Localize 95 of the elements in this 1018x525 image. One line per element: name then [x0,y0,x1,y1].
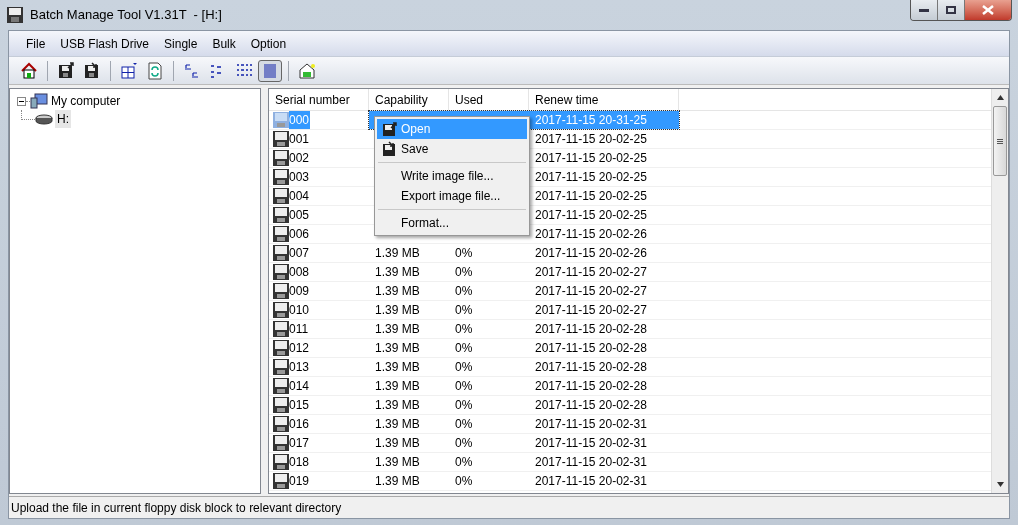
table-cell[interactable]: 005 [289,206,310,224]
table-cell-text: 2017-11-15 20-02-28 [535,340,647,357]
table-cell[interactable]: 017 [289,434,310,452]
table-cell-text: 1.39 MB [375,283,420,300]
table-cell-text: 0% [455,378,473,395]
table-cell-text: 0% [455,454,473,471]
table-cell[interactable]: 009 [289,282,310,300]
table-cell-text: 1.39 MB [375,359,420,376]
menu-item[interactable]: Write image file... [377,166,527,186]
table-cell-text: 1.39 MB [375,302,420,319]
table-cell-text: 1.39 MB [375,340,420,357]
table-cell-text: 1.39 MB [375,416,420,433]
home-icon [20,61,38,80]
large-icons-view-icon [183,61,201,80]
table-cell-text: 1.39 MB [375,378,420,395]
table-cell-text: 1.39 MB [375,321,420,338]
table-cell[interactable]: 007 [289,244,310,262]
maximize-button[interactable] [938,0,965,20]
column-header[interactable]: Serial number [269,89,369,110]
table-cell-text: 1.39 MB [375,473,420,490]
table-cell[interactable]: 001 [289,130,310,148]
table-cell-text: 2017-11-15 20-02-27 [535,264,647,281]
table-cell[interactable]: 006 [289,225,310,243]
table-cell-text: 2017-11-15 20-02-25 [535,131,647,148]
table-cell[interactable]: 018 [289,453,310,471]
table-cell-text: 2017-11-15 20-02-25 [535,169,647,186]
table-cell-text: 2017-11-15 20-31-25 [535,112,647,129]
table-cell[interactable]: 010 [289,301,310,319]
table-cell-text: 2017-11-15 20-02-28 [535,321,647,338]
table-cell[interactable]: 012 [289,339,310,357]
window-title: Batch Manage Tool V1.31T - [H:] [30,6,222,25]
table-cell-text: 2017-11-15 20-02-28 [535,359,647,376]
table-cell-text: 0% [455,302,473,319]
table-cell[interactable]: 002 [289,149,310,167]
table-cell[interactable]: 016 [289,415,310,433]
table-cell-text: 0% [455,359,473,376]
table-cell[interactable]: 011 [289,320,309,338]
table-cell[interactable]: 008 [289,263,310,281]
table-cell[interactable]: 014 [289,377,310,395]
table-cell-text: 0% [455,340,473,357]
table-cell-text: 2017-11-15 20-02-28 [535,378,647,395]
close-button[interactable] [965,0,1011,20]
table-cell-text: 2017-11-15 20-02-31 [535,473,647,490]
table-cell-text: 1.39 MB [375,454,420,471]
house-properties-icon [298,61,316,80]
table-cell-text: 2017-11-15 20-02-28 [535,397,647,414]
menu-item[interactable]: Single [157,32,205,55]
table-cell-text: 2017-11-15 20-02-27 [535,302,647,319]
minimize-button[interactable] [911,0,938,20]
table-cell-text: 0% [455,397,473,414]
tree-item[interactable]: H: [55,110,71,128]
table-cell-text: 0% [455,264,473,281]
menu-item[interactable]: Export image file... [377,186,527,206]
grid-icon [120,61,138,80]
refresh-icon [146,61,164,80]
table-cell-text: 1.39 MB [375,397,420,414]
menu-item[interactable]: Save [377,139,527,159]
drive-icon [35,113,53,125]
menu-item[interactable]: Format... [377,213,527,233]
table-cell-text: 2017-11-15 20-02-26 [535,245,647,262]
menu-item[interactable]: Option [243,32,294,55]
table-cell-text: 2017-11-15 20-02-25 [535,150,647,167]
table-cell-text: 2017-11-15 20-02-26 [535,226,647,243]
tree-item[interactable]: My computer [51,92,121,110]
table-cell-text: 2017-11-15 20-02-31 [535,435,647,452]
table-cell-text: 1.39 MB [375,245,420,262]
table-cell[interactable]: 019 [289,472,310,490]
table-cell-text: 2017-11-15 20-02-31 [535,454,647,471]
table-cell-text: 2017-11-15 20-02-31 [535,416,647,433]
floppy-icon [273,112,289,128]
scrollbar[interactable] [991,89,1008,493]
computer-icon [30,93,48,109]
menu-item[interactable]: USB Flash Drive [53,32,157,55]
scroll-thumb[interactable] [993,106,1007,176]
close-icon [982,5,994,15]
table-cell-text: 0% [455,473,473,490]
table-cell-text: 2017-11-15 20-02-25 [535,188,647,205]
status-text: Upload the file in current floppy disk block to relevant directory [9,496,1009,518]
collapse-toggle[interactable] [17,96,26,106]
menu-item[interactable]: Bulk [205,32,243,55]
table-cell[interactable]: 015 [289,396,310,414]
floppy-icon [6,6,24,24]
table-cell-text: 1.39 MB [375,264,420,281]
table-cell-text: 0% [455,245,473,262]
table-cell-text: 0% [455,321,473,338]
table-cell-text: 2017-11-15 20-02-27 [535,283,647,300]
table-cell[interactable]: 004 [289,187,310,205]
table-cell-text: 1.39 MB [375,435,420,452]
table-cell[interactable]: 013 [289,358,310,376]
table-cell-text: 0% [455,416,473,433]
table-cell-text: 0% [455,435,473,452]
table-cell-text: 2017-11-15 20-02-25 [535,207,647,224]
menu-item[interactable]: File [19,32,53,55]
table-cell[interactable]: 003 [289,168,310,186]
table-cell-text: 0% [455,283,473,300]
